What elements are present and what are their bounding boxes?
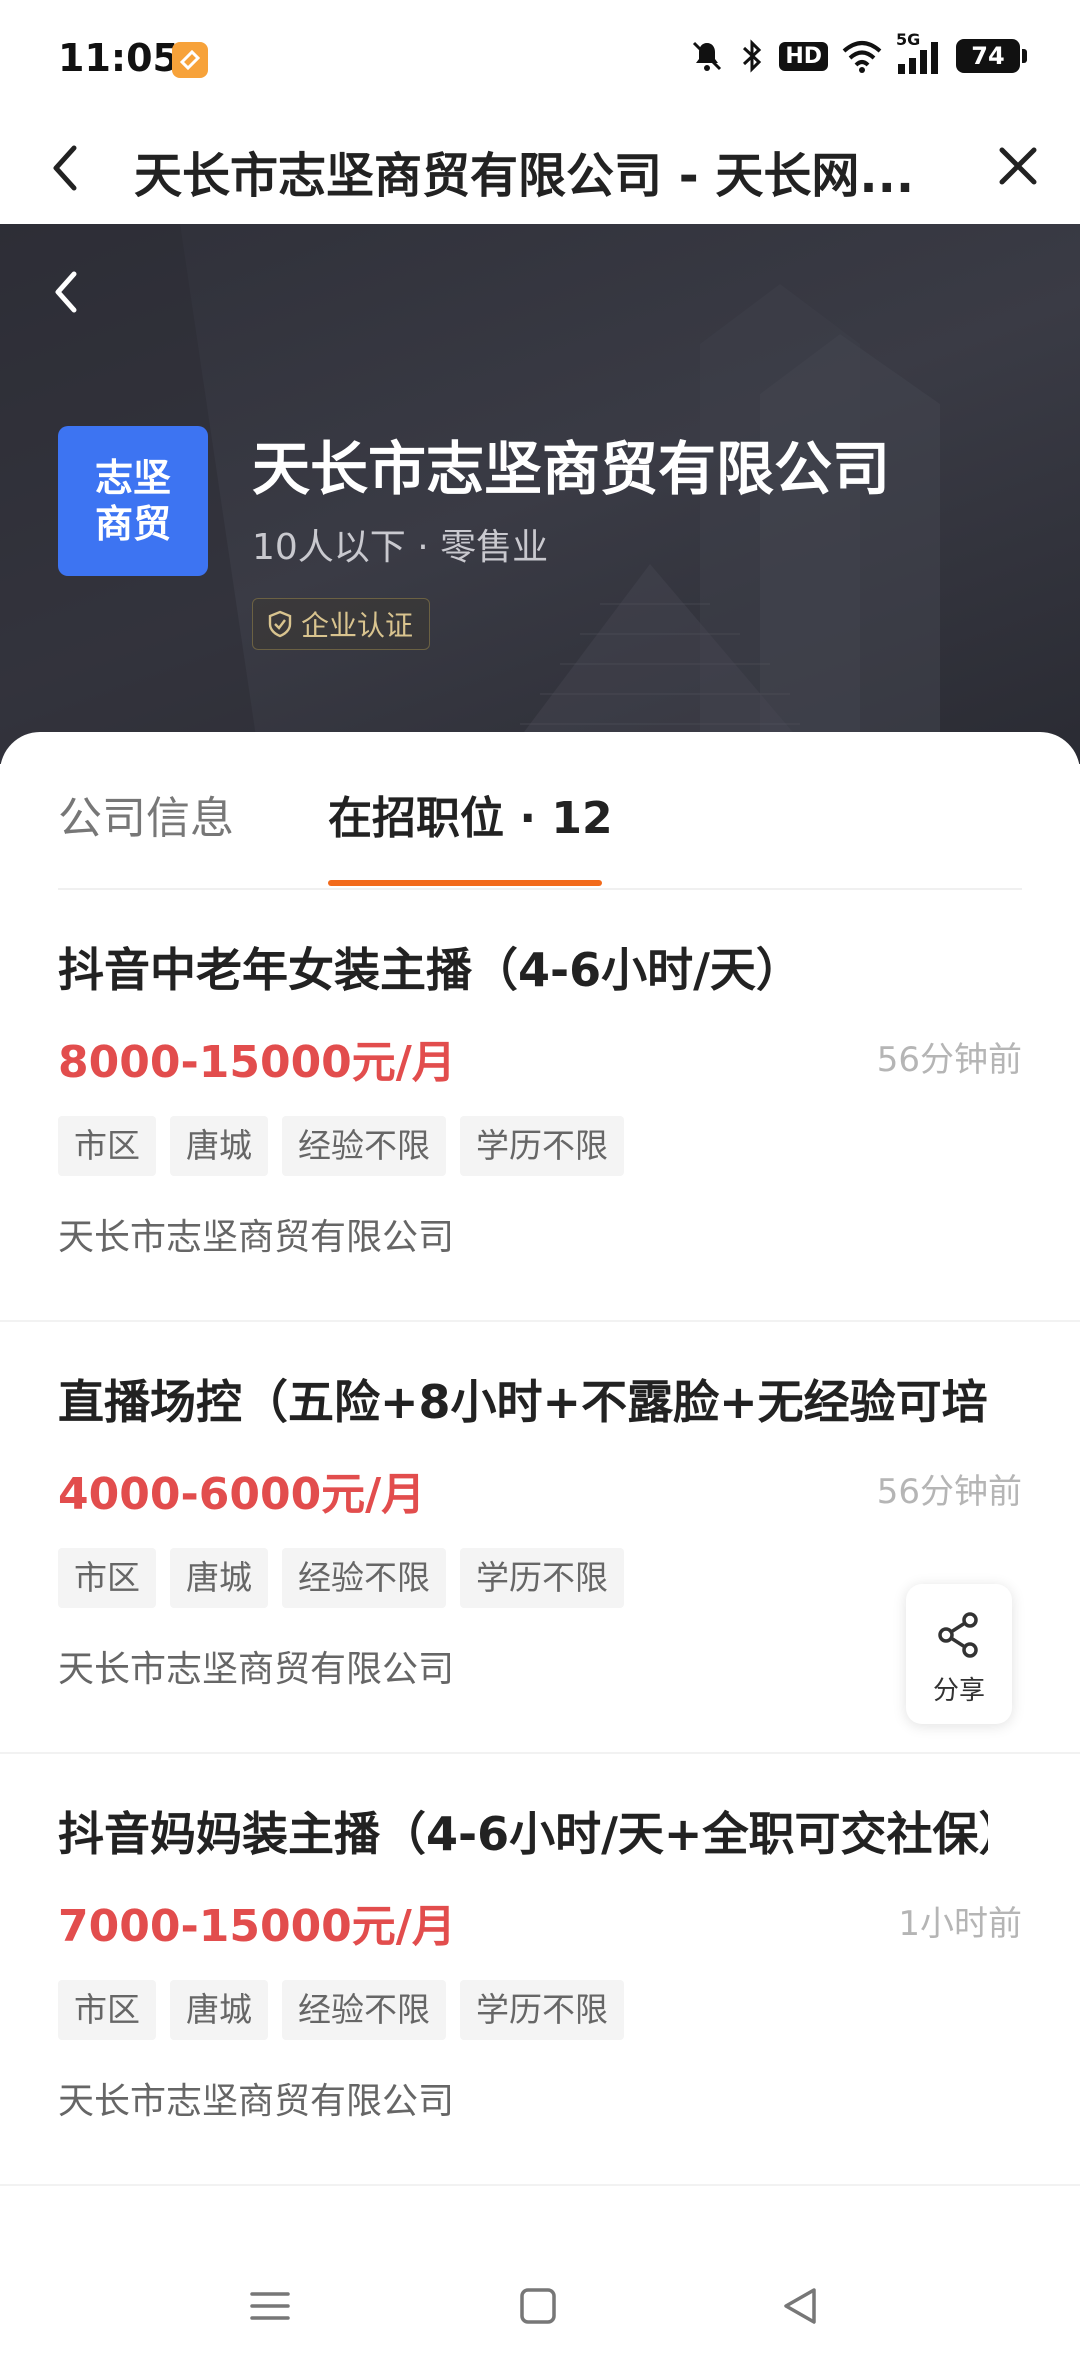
job-salary: 7000-15000元/月 xyxy=(58,1901,456,1952)
company-name: 天长市志坚商贸有限公司 xyxy=(252,435,891,503)
menu-icon[interactable] xyxy=(250,2286,290,2326)
tab-company-info[interactable]: 公司信息 xyxy=(58,782,234,846)
job-salary: 8000-15000元/月 xyxy=(58,1037,456,1088)
job-tag: 学历不限 xyxy=(460,1548,624,1608)
job-tag: 唐城 xyxy=(170,1116,268,1176)
job-posted-time: 1小时前 xyxy=(898,1904,1022,1944)
job-tag: 经验不限 xyxy=(282,1116,446,1176)
certified-badge: 企业认证 xyxy=(252,598,431,650)
job-posted-time: 56分钟前 xyxy=(876,1472,1022,1512)
back-arrow-icon[interactable] xyxy=(44,138,84,198)
shield-check-icon xyxy=(268,610,292,638)
battery-indicator: 74 xyxy=(956,39,1027,73)
job-title: 抖音中老年女装主播（4-6小时/天） xyxy=(58,943,802,997)
status-time: 11:05 xyxy=(58,36,179,80)
job-title: 直播场控（五险+8小时+不露脸+无经验可培... xyxy=(58,1375,988,1429)
share-icon xyxy=(938,1612,978,1658)
back-nav-icon[interactable] xyxy=(780,2286,820,2326)
bluetooth-icon xyxy=(743,39,762,73)
network-5g: 5G xyxy=(896,30,942,76)
job-tag: 唐城 xyxy=(170,1980,268,2040)
webview-titlebar: 天长市志坚商贸有限公司 - 天长网... xyxy=(0,112,1080,224)
active-tab-indicator xyxy=(328,880,602,886)
wifi-icon xyxy=(842,41,882,73)
hero-back-icon[interactable] xyxy=(48,264,84,320)
job-tags: 市区 唐城 经验不限 学历不限 xyxy=(58,1548,624,1608)
company-logo: 志坚 商贸 xyxy=(58,426,208,576)
status-icons: HD 5G 74 xyxy=(689,30,1027,78)
hd-icon: HD xyxy=(779,41,828,71)
mute-icon xyxy=(693,41,722,71)
job-title: 抖音妈妈装主播（4-6小时/天+全职可交社保） xyxy=(58,1807,988,1861)
tab-open-positions[interactable]: 在招职位 · 12 xyxy=(328,782,613,846)
share-button[interactable]: 分享 xyxy=(906,1584,1012,1724)
job-tag: 市区 xyxy=(58,1980,156,2040)
job-tag: 唐城 xyxy=(170,1548,268,1608)
job-card[interactable]: 抖音妈妈装主播（4-6小时/天+全职可交社保） 7000-15000元/月 1小… xyxy=(0,1754,1080,2186)
signal-icon xyxy=(898,42,938,74)
job-salary: 4000-6000元/月 xyxy=(58,1469,426,1520)
job-tag: 市区 xyxy=(58,1548,156,1608)
page-title: 天长市志坚商贸有限公司 - 天长网... xyxy=(134,148,915,204)
job-company: 天长市志坚商贸有限公司 xyxy=(58,1217,455,1258)
job-posted-time: 56分钟前 xyxy=(876,1040,1022,1080)
job-tag: 学历不限 xyxy=(460,1980,624,2040)
job-card[interactable]: 抖音中老年女装主播（4-6小时/天） 8000-15000元/月 56分钟前 市… xyxy=(0,890,1080,1322)
job-company: 天长市志坚商贸有限公司 xyxy=(58,1649,455,1690)
job-tag: 经验不限 xyxy=(282,1980,446,2040)
company-meta: 10人以下 · 零售业 xyxy=(252,527,549,568)
home-icon[interactable] xyxy=(518,2286,558,2326)
app-notification-icon xyxy=(172,42,208,78)
job-tags: 市区 唐城 经验不限 学历不限 xyxy=(58,1116,624,1176)
share-label: 分享 xyxy=(932,1676,985,1706)
status-bar: 11:05 HD 5G 74 xyxy=(0,0,1080,112)
company-header: 志坚 商贸 天长市志坚商贸有限公司 10人以下 · 零售业 企业认证 xyxy=(0,224,1080,764)
job-tag: 市区 xyxy=(58,1116,156,1176)
job-tag: 学历不限 xyxy=(460,1116,624,1176)
content-sheet: 公司信息 在招职位 · 12 抖音中老年女装主播（4-6小时/天） 8000-1… xyxy=(0,732,1080,2376)
job-tags: 市区 唐城 经验不限 学历不限 xyxy=(58,1980,624,2040)
job-tag: 经验不限 xyxy=(282,1548,446,1608)
job-company: 天长市志坚商贸有限公司 xyxy=(58,2081,455,2122)
close-icon[interactable] xyxy=(994,142,1042,190)
system-nav-bar xyxy=(0,2244,1080,2376)
divider xyxy=(0,2184,1080,2186)
